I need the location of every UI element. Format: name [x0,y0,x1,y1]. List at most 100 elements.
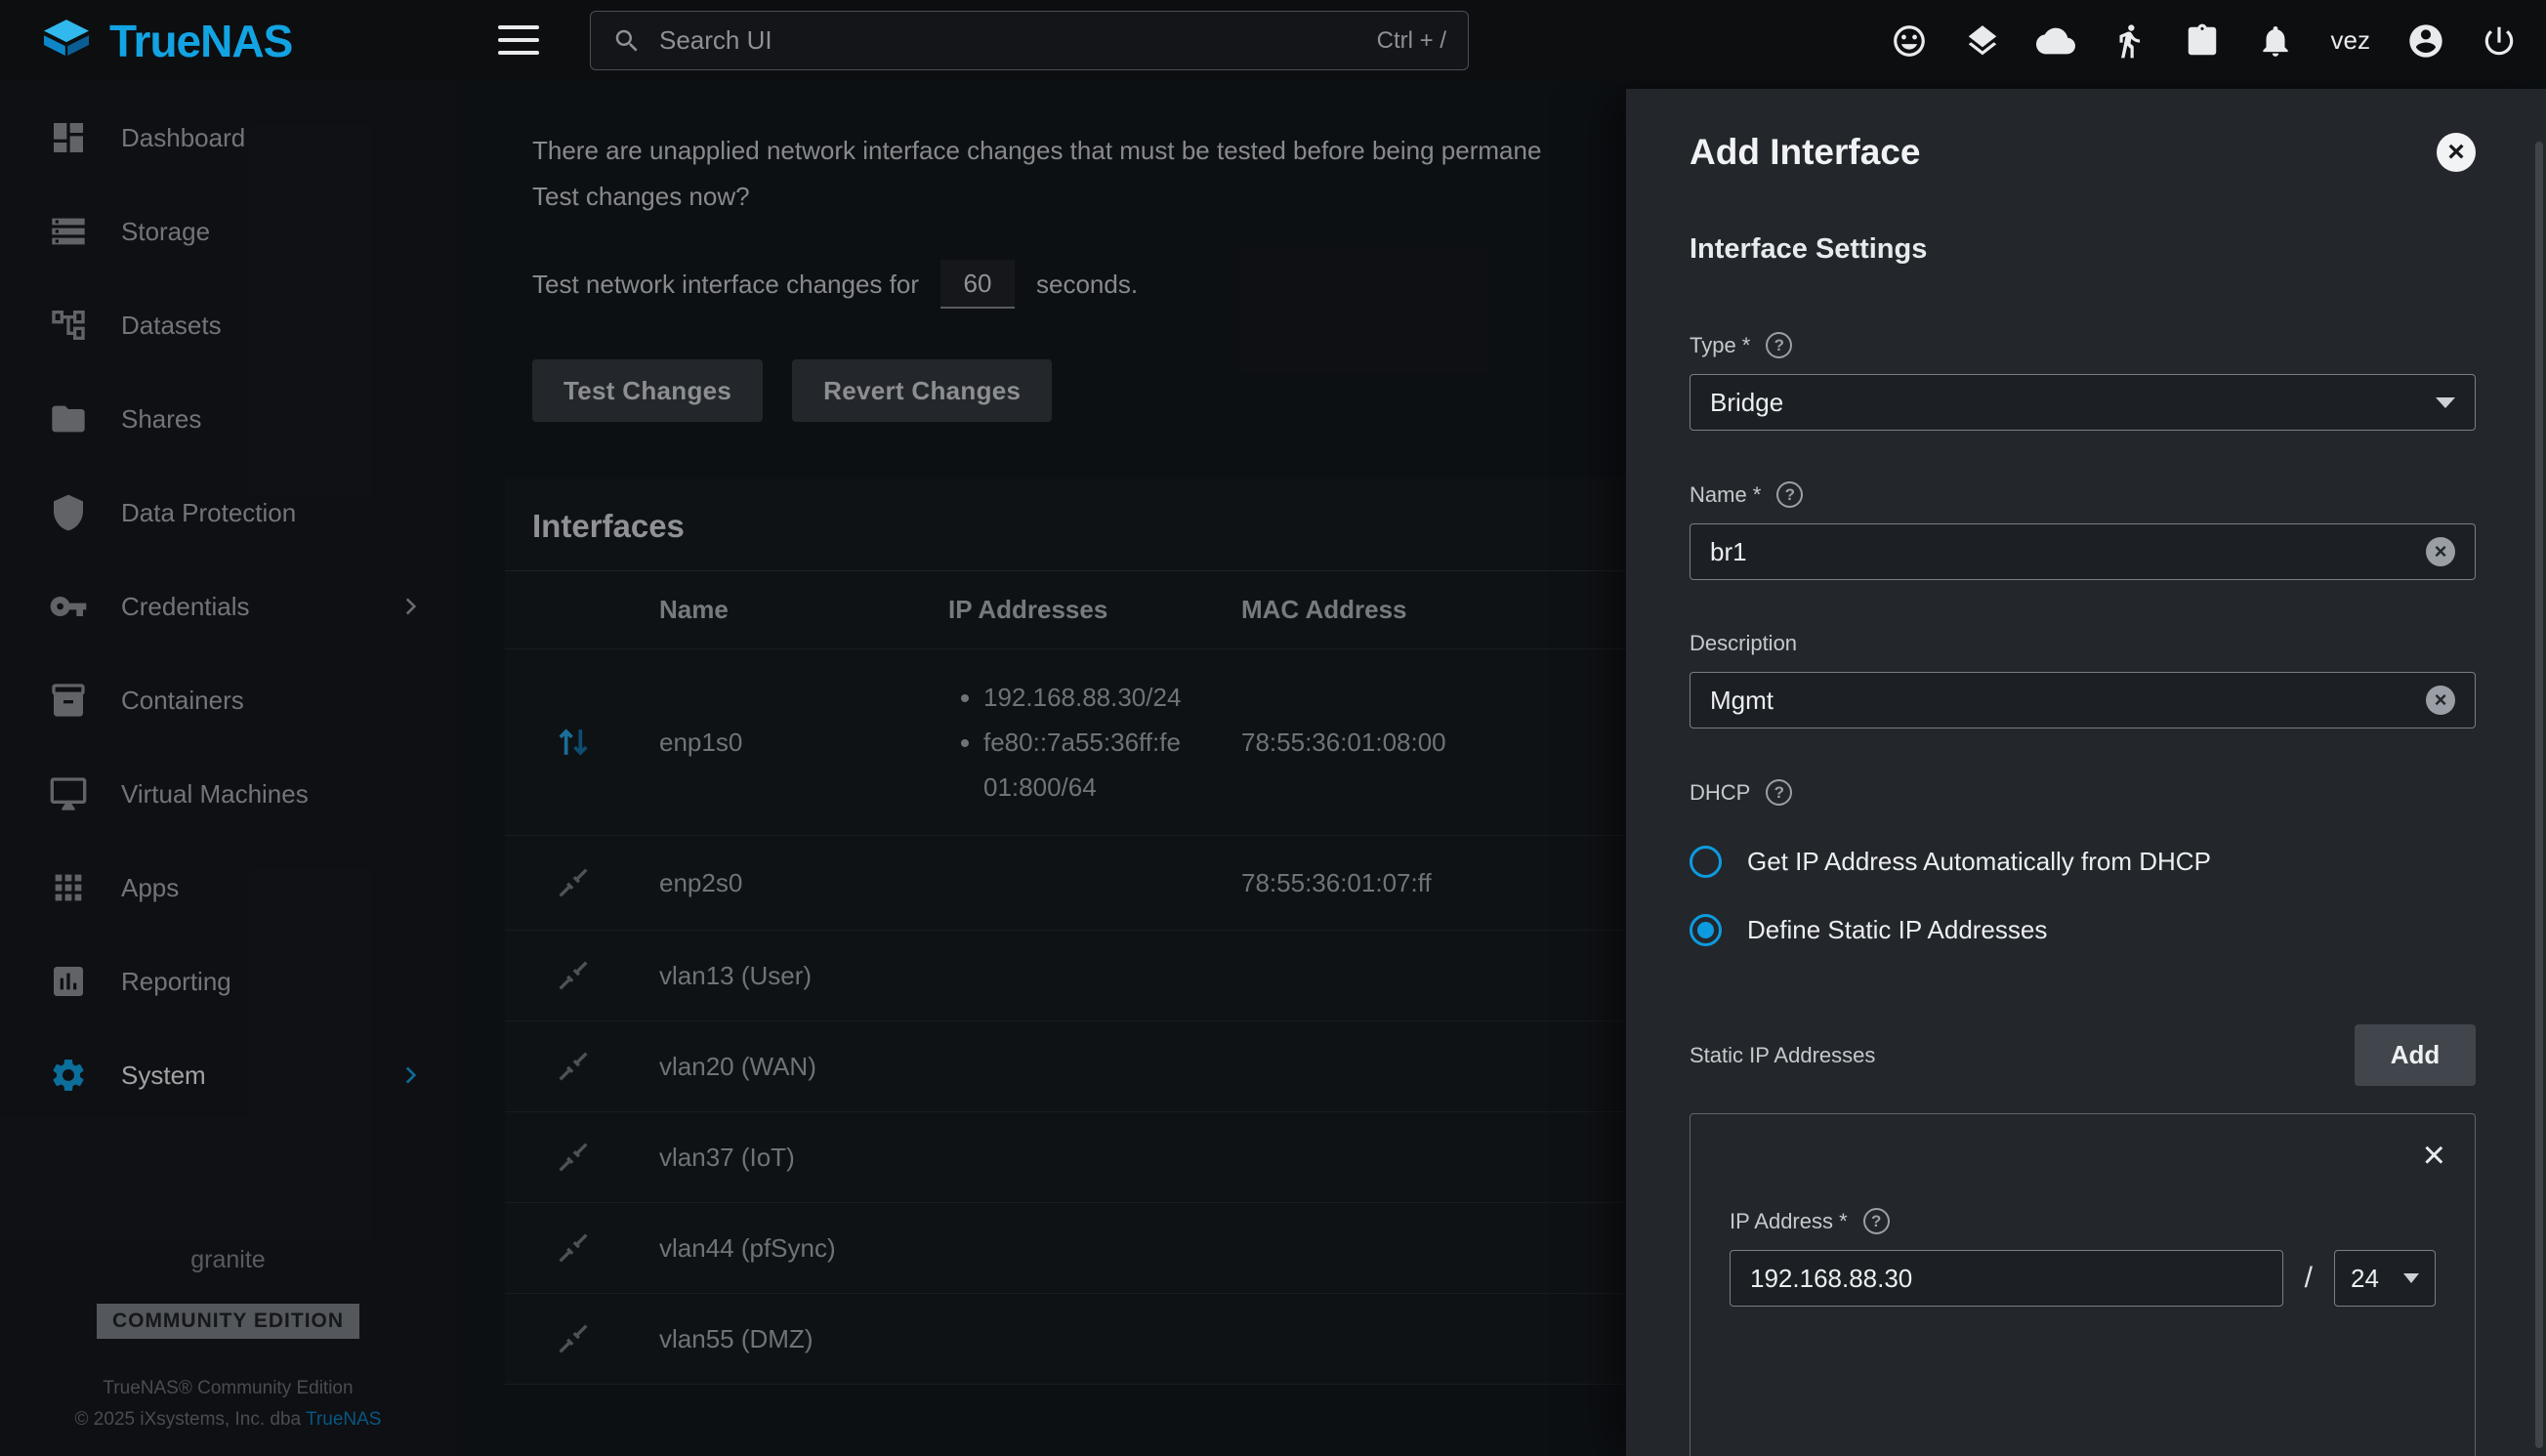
gear-icon [49,1056,88,1095]
sidebar-item-system[interactable]: System [0,1028,456,1122]
interface-down-icon [554,1138,593,1177]
radio-unchecked-icon [1690,846,1722,878]
prefix-length-select[interactable]: 24 [2334,1250,2436,1307]
name-label: Name * [1690,482,1761,508]
containers-icon [49,681,88,720]
chevron-right-icon [397,594,423,619]
sidebar-item-label: Storage [121,217,210,247]
copyright-link[interactable]: TrueNAS [306,1409,381,1430]
chevron-right-icon [397,1062,423,1088]
dhcp-radio-group: Get IP Address Automatically from DHCP D… [1690,827,2476,964]
ip-address: 192.168.88.30/24 [983,675,1190,720]
add-static-ip-button[interactable]: Add [2355,1024,2476,1086]
sidebar-item-storage[interactable]: Storage [0,185,456,278]
sidebar-item-label: Reporting [121,967,231,997]
user-avatar-icon[interactable] [2406,21,2445,61]
test-duration-prefix: Test network interface changes for [532,270,919,300]
name-input[interactable] [1710,537,2426,567]
unapplied-changes-warning-line1: There are unapplied network interface ch… [532,132,1631,169]
ip-address-input[interactable] [1750,1264,2263,1294]
truenas-logo[interactable]: TrueNAS [39,0,292,81]
interface-up-icon [552,721,595,764]
shield-icon [49,493,88,532]
name-input-wrap [1690,523,2476,580]
prefix-separator: / [2305,1262,2313,1295]
ip-address-list: 192.168.88.30/24 fe80::7a55:36ff:fe01:80… [948,675,1241,810]
radio-checked-icon [1690,914,1722,946]
description-input-wrap [1690,672,2476,728]
revert-changes-button[interactable]: Revert Changes [792,359,1052,422]
layers-icon[interactable] [1963,21,2002,61]
sidebar-item-datasets[interactable]: Datasets [0,278,456,372]
sidebar-item-dashboard[interactable]: Dashboard [0,91,456,185]
help-icon[interactable] [1776,481,1803,508]
copyright: © 2025 iXsystems, Inc. dba TrueNAS [0,1409,456,1431]
interface-name: enp2s0 [642,868,948,898]
help-icon[interactable] [1863,1208,1890,1234]
key-icon [49,587,88,626]
topbar: TrueNAS Ctrl + / vez [0,0,2546,81]
radio-static-ip-label: Define Static IP Addresses [1747,915,2047,945]
power-icon[interactable] [2480,21,2519,61]
sidebar-item-containers[interactable]: Containers [0,653,456,747]
search-icon [612,26,642,56]
sidebar-item-label: Shares [121,404,201,435]
alerts-icon[interactable] [2256,21,2295,61]
mac-address: 78:55:36:01:07:ff [1241,861,1474,904]
feedback-icon[interactable] [1890,21,1929,61]
radio-static-ip[interactable]: Define Static IP Addresses [1690,895,2476,964]
interface-down-icon [554,1047,593,1086]
ip-address-row: / 24 [1730,1250,2436,1307]
test-changes-button[interactable]: Test Changes [532,359,763,422]
panel-scrollbar[interactable] [2535,142,2543,1448]
sidebar-item-label: Containers [121,686,244,716]
sidebar-item-credentials[interactable]: Credentials [0,560,456,653]
clear-icon[interactable] [2426,537,2455,566]
shares-icon [49,399,88,438]
description-input[interactable] [1710,686,2426,716]
reporting-icon [49,962,88,1001]
apps-icon [49,868,88,907]
directory-services-icon[interactable] [2109,21,2149,61]
add-interface-panel: Add Interface Interface Settings Type * … [1626,89,2546,1456]
sidebar-item-shares[interactable]: Shares [0,372,456,466]
help-icon[interactable] [1766,332,1792,358]
type-select[interactable]: Bridge [1690,374,2476,431]
interface-name: vlan20 (WAN) [642,1052,948,1082]
interface-name: vlan13 (User) [642,961,948,991]
chevron-down-icon [2403,1273,2419,1283]
truecommand-icon[interactable] [2036,21,2075,61]
sidebar-item-label: Credentials [121,592,250,622]
close-icon[interactable] [2437,133,2476,172]
global-search[interactable]: Ctrl + / [590,11,1469,70]
static-ips-row: Static IP Addresses Add [1690,1024,2476,1086]
jobs-icon[interactable] [2183,21,2222,61]
help-icon[interactable] [1766,779,1792,806]
interface-down-icon [554,1319,593,1358]
interface-name: vlan44 (pfSync) [642,1233,948,1264]
copyright-text: © 2025 iXsystems, Inc. dba [75,1409,302,1430]
sidebar-item-label: System [121,1061,206,1091]
clear-icon[interactable] [2426,686,2455,715]
unapplied-changes-warning-line2: Test changes now? [532,178,1631,215]
menu-icon[interactable] [498,21,539,60]
sidebar-item-virtual-machines[interactable]: Virtual Machines [0,747,456,841]
sidebar-item-apps[interactable]: Apps [0,841,456,935]
topbar-actions: vez [1890,0,2519,81]
description-field: Description [1690,631,2476,728]
dashboard-icon [49,118,88,157]
test-seconds-input[interactable] [940,260,1015,309]
storage-icon [49,212,88,251]
sidebar-item-label: Dashboard [121,123,245,153]
name-field: Name * [1690,481,2476,580]
remove-entry-icon[interactable] [2423,1136,2445,1175]
sidebar-item-reporting[interactable]: Reporting [0,935,456,1028]
sidebar-item-data-protection[interactable]: Data Protection [0,466,456,560]
search-input[interactable] [657,24,1377,57]
hostname-label: granite [0,1246,456,1274]
radio-dhcp-automatic[interactable]: Get IP Address Automatically from DHCP [1690,827,2476,895]
sidebar-item-label: Virtual Machines [121,779,309,810]
interface-down-icon [554,956,593,995]
edition-badge: COMMUNITY EDITION [97,1304,359,1339]
sidebar-footer: granite COMMUNITY EDITION TrueNAS® Commu… [0,1246,456,1431]
